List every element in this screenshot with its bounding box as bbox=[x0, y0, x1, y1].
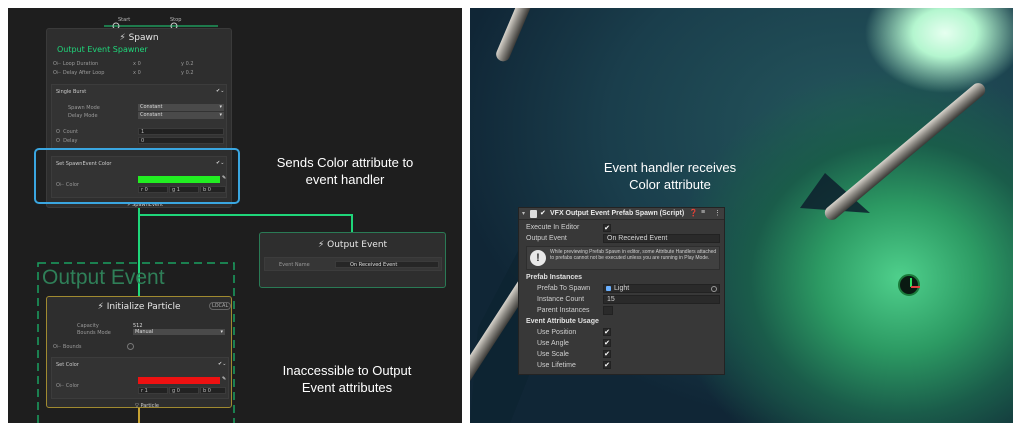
delay-label: O Delay bbox=[56, 138, 78, 144]
use-position-checkbox[interactable]: ✔ bbox=[603, 328, 611, 336]
output-event-header: ⚡ Output Event bbox=[260, 240, 445, 250]
delay-after-loop-label: O⊢ Delay After Loop bbox=[53, 70, 105, 76]
output-event-node[interactable]: ⚡ Output Event Event Name On Received Ev… bbox=[259, 232, 446, 288]
delay-mode-label: Delay Mode bbox=[68, 113, 98, 119]
more-options-icon[interactable]: ⋮ bbox=[714, 209, 721, 217]
single-burst-title: Single Burst bbox=[56, 89, 87, 95]
particle-color-r[interactable]: r 1 bbox=[138, 387, 168, 394]
stop-port-label: Stop bbox=[170, 17, 182, 23]
help-icon[interactable]: ❓ bbox=[689, 209, 698, 217]
spawn-node-header: ⚡ Spawn bbox=[47, 33, 231, 43]
bolt-icon: ⚡ bbox=[97, 302, 104, 312]
spawn-to-output-edge[interactable] bbox=[138, 208, 353, 234]
object-picker-icon[interactable] bbox=[711, 286, 717, 292]
single-burst-block[interactable]: Single Burst ✔⌄ Spawn Mode Constant ▾ Del… bbox=[51, 84, 227, 150]
spawn-node-title: Spawn bbox=[128, 33, 159, 43]
component-enable-checkbox[interactable]: ✔ bbox=[540, 209, 546, 217]
caption-inaccessible: Inaccessible to Output Event attributes bbox=[282, 363, 412, 395]
inspector-panel: ▾ ✔ VFX Output Event Prefab Spawn (Scrip… bbox=[518, 207, 725, 375]
particle-color-swatch[interactable] bbox=[138, 377, 220, 384]
bounds-expand-icon[interactable] bbox=[127, 343, 134, 350]
instance-count-field[interactable]: 15 bbox=[603, 295, 720, 304]
output-event-field[interactable]: On Received Event bbox=[603, 234, 720, 243]
inspector-header: ▾ ✔ VFX Output Event Prefab Spawn (Scrip… bbox=[519, 208, 724, 220]
parent-instances-label: Parent Instances bbox=[537, 307, 590, 314]
start-port-label: Start bbox=[118, 17, 131, 23]
use-angle-checkbox[interactable]: ✔ bbox=[603, 339, 611, 347]
spawn-node-subtitle: Output Event Spawner bbox=[57, 45, 148, 54]
chevron-down-icon: ▾ bbox=[219, 112, 222, 118]
count-field[interactable]: 1 bbox=[138, 128, 224, 135]
initialize-particle-node[interactable]: ⚡ Initialize Particle LOCAL Capacity 512… bbox=[46, 296, 232, 409]
delay-mode-dropdown[interactable]: Constant ▾ bbox=[138, 112, 224, 119]
particle-port-label: ▽ Particle bbox=[135, 403, 159, 409]
caption-event-handler: Event handler receives Color attribute bbox=[603, 160, 737, 192]
count-label: O Count bbox=[56, 129, 78, 135]
loop-duration-label: O⊢ Loop Duration bbox=[53, 61, 99, 67]
output-event-node-title: Output Event bbox=[327, 240, 388, 250]
transform-gizmo-icon[interactable] bbox=[898, 274, 920, 296]
caption-sends-color: Sends Color attribute to event handler bbox=[276, 155, 414, 187]
prefab-icon bbox=[606, 286, 611, 291]
output-event-label: Output Event bbox=[526, 235, 567, 242]
prefab-to-spawn-label: Prefab To Spawn bbox=[537, 285, 591, 292]
use-lifetime-label: Use Lifetime bbox=[537, 362, 576, 369]
use-scale-checkbox[interactable]: ✔ bbox=[603, 350, 611, 358]
block-toggle-icon[interactable]: ✔⌄ bbox=[218, 361, 226, 367]
chevron-down-icon: ▾ bbox=[220, 329, 223, 335]
event-name-row: Event Name On Received Event bbox=[264, 257, 442, 271]
event-attribute-usage-header: Event Attribute Usage bbox=[526, 318, 599, 325]
warning-text: While previewing Prefab Spawn in editor,… bbox=[550, 249, 717, 261]
bounds-mode-label: Bounds Mode bbox=[77, 330, 111, 336]
instance-count-label: Instance Count bbox=[537, 296, 585, 303]
parent-instances-field[interactable] bbox=[603, 306, 613, 315]
init-node-header: ⚡ Initialize Particle bbox=[47, 302, 231, 312]
execute-in-editor-checkbox[interactable]: ✔ bbox=[603, 224, 611, 232]
delay-after-loop-x[interactable]: x 0 bbox=[133, 70, 141, 76]
use-angle-label: Use Angle bbox=[537, 340, 569, 347]
set-color-block[interactable]: Set Color ✔⌄ O⊢ Color ✎ r 1 g 0 b 0 bbox=[51, 357, 229, 399]
spawn-mode-dropdown[interactable]: Constant ▾ bbox=[138, 104, 224, 111]
use-scale-label: Use Scale bbox=[537, 351, 569, 358]
expand-arrow-icon[interactable]: ▾ bbox=[522, 210, 525, 217]
script-icon bbox=[530, 210, 537, 218]
particle-color-label: O⊢ Color bbox=[56, 383, 79, 389]
loop-duration-y[interactable]: y 0.2 bbox=[181, 61, 194, 67]
block-toggle-icon[interactable]: ✔⌄ bbox=[216, 88, 224, 94]
capacity-label: Capacity bbox=[77, 323, 99, 329]
use-position-label: Use Position bbox=[537, 329, 577, 336]
inspector-title: VFX Output Event Prefab Spawn (Script) bbox=[550, 210, 685, 217]
spawn-mode-label: Spawn Mode bbox=[68, 105, 100, 111]
particle-color-b[interactable]: b 0 bbox=[200, 387, 226, 394]
use-lifetime-checkbox[interactable]: ✔ bbox=[603, 361, 611, 369]
output-event-group-title[interactable]: Output Event bbox=[42, 266, 165, 290]
event-name-field[interactable]: On Received Event bbox=[335, 261, 439, 268]
delay-after-loop-y[interactable]: y 0.2 bbox=[181, 70, 194, 76]
vfx-graph-panel: Start Stop ⚡ Spawn Output Event Spawner … bbox=[8, 8, 462, 423]
local-space-badge[interactable]: LOCAL bbox=[209, 302, 232, 310]
settings-icon[interactable]: ≡ bbox=[701, 209, 705, 216]
eyedropper-icon[interactable]: ✎ bbox=[222, 376, 226, 382]
warning-icon: ! bbox=[530, 250, 546, 266]
color-highlight-outline bbox=[34, 148, 240, 204]
bounds-mode-dropdown[interactable]: Manual ▾ bbox=[133, 329, 225, 335]
bounds-label: O⊢ Bounds bbox=[53, 344, 82, 350]
prefab-to-spawn-field[interactable]: Light bbox=[603, 284, 720, 293]
prefab-instances-header: Prefab Instances bbox=[526, 274, 583, 281]
set-color-title: Set Color bbox=[56, 362, 79, 368]
chevron-down-icon: ▾ bbox=[219, 104, 222, 110]
event-name-label: Event Name bbox=[279, 262, 310, 268]
delay-field[interactable]: 0 bbox=[138, 137, 224, 144]
loop-duration-x[interactable]: x 0 bbox=[133, 61, 141, 67]
bolt-icon: ⚡ bbox=[119, 33, 126, 43]
bolt-icon: ⚡ bbox=[317, 240, 325, 250]
particle-color-g[interactable]: g 0 bbox=[169, 387, 199, 394]
init-node-title: Initialize Particle bbox=[106, 302, 181, 312]
execute-in-editor-label: Execute In Editor bbox=[526, 224, 580, 231]
warning-box: ! While previewing Prefab Spawn in edito… bbox=[526, 246, 720, 270]
